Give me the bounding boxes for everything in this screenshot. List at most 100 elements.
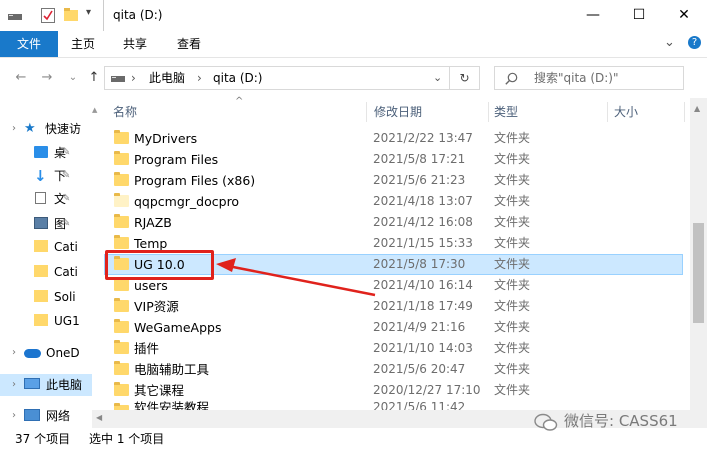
file-modified: 2021/2/22 13:47 <box>373 131 473 145</box>
nav-item-network[interactable]: › 网络 <box>0 405 92 427</box>
address-dropdown-button[interactable]: ⌄ <box>433 67 442 89</box>
column-divider[interactable] <box>684 102 685 122</box>
expand-arrow-icon[interactable]: › <box>12 342 16 364</box>
file-name: 其它课程 <box>134 383 185 398</box>
nav-item-documents[interactable]: 文 ✎ <box>0 188 92 210</box>
tab-share[interactable]: 共享 <box>114 31 156 57</box>
file-type: 文件夹 <box>494 257 531 271</box>
file-row[interactable]: RJAZB 2021/4/12 16:08 文件夹 <box>104 212 683 233</box>
file-type: 文件夹 <box>494 299 531 313</box>
expand-arrow-icon[interactable]: › <box>12 118 16 140</box>
window-title: qita (D:) <box>113 8 163 22</box>
file-row[interactable]: 其它课程 2020/12/27 17:10 文件夹 <box>104 380 683 401</box>
file-row[interactable]: qqpcmgr_docpro 2021/4/18 13:07 文件夹 <box>104 191 683 212</box>
up-button[interactable]: ↑ <box>85 67 103 89</box>
selected-count: 选中 1 个项目 <box>89 432 165 446</box>
file-row[interactable]: WeGameApps 2021/4/9 21:16 文件夹 <box>104 317 683 338</box>
column-modified[interactable]: 修改日期 <box>374 98 422 126</box>
tab-home[interactable]: 主页 <box>62 31 104 57</box>
pin-icon: ✎ <box>62 193 71 204</box>
nav-pane-scrollbar[interactable]: ▲ ▼ <box>92 98 100 428</box>
breadcrumb-this-pc[interactable]: 此电脑 <box>149 67 185 89</box>
file-modified: 2021/1/10 14:03 <box>373 341 473 355</box>
column-name[interactable]: 名称 <box>113 98 137 126</box>
file-name: 软件安装教程 <box>134 401 210 410</box>
wechat-icon <box>534 413 558 431</box>
quick-access-dropdown[interactable]: ▾ <box>86 7 91 18</box>
ribbon-expand-icon[interactable]: ⌄ <box>664 35 675 50</box>
nav-item-folder[interactable]: Soli <box>0 286 92 308</box>
pin-icon: ✎ <box>62 218 71 229</box>
nav-item-this-pc[interactable]: › 此电脑 <box>0 374 92 396</box>
column-size[interactable]: 大小 <box>614 98 638 126</box>
minimize-button[interactable]: — <box>570 0 616 31</box>
file-modified: 2021/5/6 21:23 <box>373 173 466 187</box>
file-row[interactable]: Program Files 2021/5/8 17:21 文件夹 <box>104 149 683 170</box>
file-row[interactable]: MyDrivers 2021/2/22 13:47 文件夹 <box>104 128 683 149</box>
refresh-button[interactable]: ↻ <box>450 66 480 90</box>
download-icon: ↓ <box>34 167 47 185</box>
address-bar[interactable]: › 此电脑 › qita (D:) ⌄ <box>104 66 450 90</box>
nav-item-onedrive[interactable]: › OneD <box>0 342 92 364</box>
folder-icon <box>114 277 129 291</box>
nav-item-folder[interactable]: Cati <box>0 261 92 283</box>
tab-view[interactable]: 查看 <box>168 31 210 57</box>
expand-arrow-icon[interactable]: › <box>12 405 16 427</box>
nav-item-label: Soli <box>54 290 76 304</box>
column-header: ^ 名称 修改日期 类型 大小 <box>104 96 687 126</box>
file-row[interactable]: Program Files (x86) 2021/5/6 21:23 文件夹 <box>104 170 683 191</box>
star-icon: ★ <box>24 121 36 136</box>
scroll-up-icon[interactable]: ▲ <box>92 106 97 114</box>
breadcrumb-sep: › <box>131 71 136 85</box>
nav-item-pictures[interactable]: 图 ✎ <box>0 213 92 235</box>
watermark-text: 微信号: CASS61 <box>564 412 678 430</box>
new-folder-icon[interactable] <box>64 8 80 22</box>
file-name: 插件 <box>134 341 160 356</box>
nav-item-label: Cati <box>54 265 78 279</box>
scroll-left-icon[interactable]: ◀ <box>96 413 102 422</box>
file-modified: 2021/5/8 17:21 <box>373 152 466 166</box>
column-divider[interactable] <box>488 102 489 122</box>
properties-icon[interactable] <box>41 7 55 23</box>
forward-button[interactable]: → <box>38 67 56 89</box>
nav-item-label: Cati <box>54 240 78 254</box>
close-button[interactable]: ✕ <box>661 0 707 31</box>
file-name: MyDrivers <box>134 131 198 146</box>
network-icon <box>24 409 40 421</box>
nav-item-folder[interactable]: UG1 <box>0 310 92 332</box>
file-row[interactable]: 插件 2021/1/10 14:03 文件夹 <box>104 338 683 359</box>
file-row[interactable]: VIP资源 2021/1/18 17:49 文件夹 <box>104 296 683 317</box>
drive-icon <box>111 76 125 82</box>
back-button[interactable]: ← <box>12 67 30 89</box>
nav-item-quick-access[interactable]: › ★ 快速访 <box>0 118 92 140</box>
file-modified: 2020/12/27 17:10 <box>373 383 481 397</box>
nav-item-downloads[interactable]: ↓ 下 ✎ <box>0 165 92 187</box>
document-icon <box>35 192 46 204</box>
column-divider[interactable] <box>366 102 367 122</box>
column-type[interactable]: 类型 <box>494 98 518 126</box>
file-row[interactable]: 电脑辅助工具 2021/5/6 20:47 文件夹 <box>104 359 683 380</box>
scrollbar-thumb[interactable] <box>693 223 704 323</box>
scroll-up-icon[interactable]: ▲ <box>694 104 700 113</box>
breadcrumb-drive[interactable]: qita (D:) <box>213 67 262 89</box>
nav-item-label: 此电脑 <box>46 378 83 392</box>
file-name: qqpcmgr_docpro <box>134 194 240 209</box>
file-name: 电脑辅助工具 <box>134 362 210 377</box>
file-modified: 2021/1/18 17:49 <box>373 299 473 313</box>
nav-item-desktop[interactable]: 桌 ✎ <box>0 142 92 164</box>
help-icon[interactable]: ? <box>688 36 701 49</box>
maximize-button[interactable]: ☐ <box>616 0 662 31</box>
search-input[interactable]: 搜索"qita (D:)" <box>494 66 684 90</box>
folder-icon <box>114 361 129 375</box>
tab-file[interactable]: 文件 <box>0 31 58 57</box>
file-modified: 2021/4/18 13:07 <box>373 194 473 208</box>
pin-icon: ✎ <box>62 170 71 181</box>
search-icon <box>505 72 518 85</box>
recent-locations-button[interactable]: ⌄ <box>64 67 82 89</box>
folder-icon <box>114 172 129 186</box>
column-divider[interactable] <box>607 102 608 122</box>
vertical-scrollbar[interactable]: ▲ <box>690 98 707 428</box>
file-type: 文件夹 <box>494 173 531 187</box>
expand-arrow-icon[interactable]: › <box>12 374 16 396</box>
nav-item-folder[interactable]: Cati <box>0 236 92 258</box>
